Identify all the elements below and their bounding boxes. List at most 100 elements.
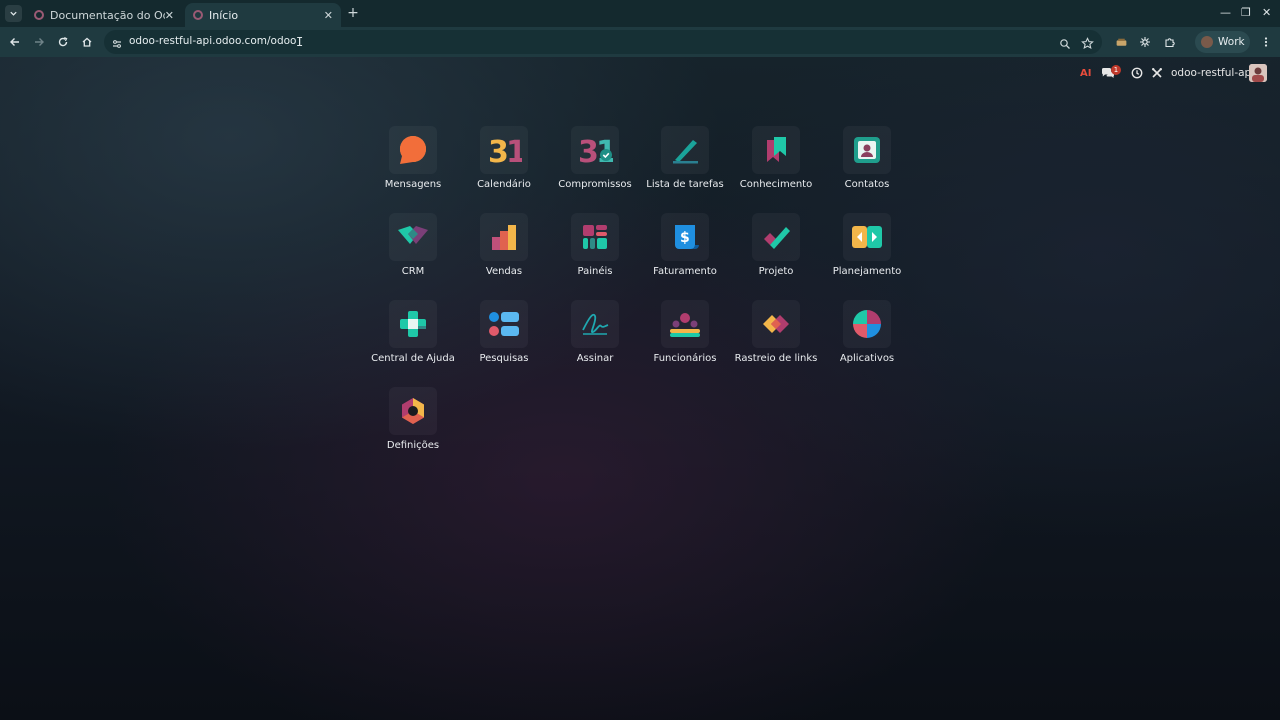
app-calendario[interactable]: 31 Calendário bbox=[464, 126, 544, 202]
app-label: Conhecimento bbox=[739, 179, 813, 190]
extension-icon[interactable] bbox=[1113, 34, 1129, 50]
planning-icon bbox=[843, 213, 891, 261]
sign-signature-icon bbox=[571, 300, 619, 348]
app-label: Painéis bbox=[577, 266, 613, 277]
app-paineis[interactable]: Painéis bbox=[555, 213, 635, 289]
mensagens-icon bbox=[389, 126, 437, 174]
new-tab-button[interactable]: + bbox=[345, 5, 361, 21]
company-switcher[interactable]: odoo-restful-api bbox=[1171, 66, 1254, 80]
crm-handshake-icon bbox=[389, 213, 437, 261]
odoo-favicon-icon bbox=[193, 10, 203, 20]
app-contatos[interactable]: Contatos bbox=[827, 126, 907, 202]
app-label: Contatos bbox=[844, 179, 890, 190]
invoicing-icon: $ bbox=[661, 213, 709, 261]
app-label: Rastreio de links bbox=[734, 353, 818, 364]
app-label: CRM bbox=[401, 266, 425, 277]
more-icon[interactable] bbox=[1258, 34, 1274, 50]
reload-icon[interactable] bbox=[55, 34, 71, 50]
zoom-icon[interactable] bbox=[1059, 35, 1073, 49]
project-check-icon bbox=[752, 213, 800, 261]
site-info-icon[interactable] bbox=[111, 35, 125, 49]
calendar-icon: 31 bbox=[480, 126, 528, 174]
database-name: odoo-restful-api bbox=[1171, 67, 1255, 79]
app-label: Compromissos bbox=[558, 179, 632, 190]
app-label: Central de Ajuda bbox=[371, 353, 455, 364]
app-label: Lista de tarefas bbox=[646, 179, 724, 190]
browser-toolbar: odoo-restful-api.odoo.com/odoo I Work bbox=[0, 27, 1280, 57]
profile-label: Work bbox=[1218, 36, 1245, 48]
app-mensagens[interactable]: Mensagens bbox=[373, 126, 453, 202]
activity-clock-icon[interactable] bbox=[1131, 66, 1143, 80]
user-avatar[interactable] bbox=[1249, 64, 1267, 82]
surveys-icon bbox=[480, 300, 528, 348]
app-central-ajuda[interactable]: Central de Ajuda bbox=[371, 300, 455, 376]
close-tab-icon[interactable]: ✕ bbox=[324, 9, 333, 22]
browser-tab-inicio[interactable]: Início ✕ bbox=[185, 3, 341, 27]
app-label: Definições bbox=[386, 440, 440, 451]
app-conhecimento[interactable]: Conhecimento bbox=[736, 126, 816, 202]
app-projeto[interactable]: Projeto bbox=[736, 213, 816, 289]
back-icon[interactable] bbox=[7, 34, 23, 50]
restore-icon[interactable]: ❐ bbox=[1241, 6, 1251, 19]
sales-chart-icon bbox=[480, 213, 528, 261]
app-lista-tarefas[interactable]: Lista de tarefas bbox=[645, 126, 725, 202]
tab-title: Início bbox=[209, 8, 239, 22]
home-icon[interactable] bbox=[79, 34, 95, 50]
link-tracker-icon bbox=[752, 300, 800, 348]
todo-icon bbox=[661, 126, 709, 174]
extension-gear-icon[interactable] bbox=[1137, 34, 1153, 50]
browser-tabstrip: Documentação do Odoo ✕ Início ✕ + — ❐ ✕ bbox=[0, 0, 1280, 27]
apps-quadrant-icon bbox=[843, 300, 891, 348]
odoo-home: AI 1 odoo-restful-api Mensagens 31 Calen… bbox=[0, 57, 1280, 720]
debug-tools-icon[interactable] bbox=[1151, 66, 1163, 80]
app-label: Projeto bbox=[758, 266, 794, 277]
app-compromissos[interactable]: 31 Compromissos bbox=[555, 126, 635, 202]
svg-text:1: 1 bbox=[506, 135, 522, 166]
app-label: Assinar bbox=[576, 353, 614, 364]
close-window-icon[interactable]: ✕ bbox=[1262, 6, 1271, 19]
address-bar[interactable]: odoo-restful-api.odoo.com/odoo I bbox=[104, 30, 1102, 54]
app-label: Funcionários bbox=[653, 353, 717, 364]
app-faturamento[interactable]: $ Faturamento bbox=[645, 213, 725, 289]
app-crm[interactable]: CRM bbox=[373, 213, 453, 289]
forward-icon[interactable] bbox=[31, 34, 47, 50]
browser-tab-docs[interactable]: Documentação do Odoo ✕ bbox=[26, 3, 182, 27]
app-rastreio-links[interactable]: Rastreio de links bbox=[734, 300, 818, 376]
employees-icon bbox=[661, 300, 709, 348]
knowledge-icon bbox=[752, 126, 800, 174]
app-label: Pesquisas bbox=[479, 353, 529, 364]
app-label: Vendas bbox=[485, 266, 523, 277]
minimize-icon[interactable]: — bbox=[1220, 6, 1231, 19]
contacts-icon bbox=[843, 126, 891, 174]
helpdesk-icon bbox=[389, 300, 437, 348]
app-label: Mensagens bbox=[384, 179, 442, 190]
settings-gear-icon bbox=[389, 387, 437, 435]
app-label: Faturamento bbox=[653, 266, 717, 277]
tab-title: Documentação do Odoo bbox=[50, 8, 165, 22]
app-label: Planejamento bbox=[832, 266, 902, 277]
app-label: Aplicativos bbox=[839, 353, 895, 364]
app-pesquisas[interactable]: Pesquisas bbox=[464, 300, 544, 376]
appointments-icon: 31 bbox=[571, 126, 619, 174]
profile-button[interactable]: Work bbox=[1195, 31, 1250, 53]
app-funcionarios[interactable]: Funcionários bbox=[645, 300, 725, 376]
url-text: odoo-restful-api.odoo.com/odoo bbox=[129, 35, 297, 47]
app-planejamento[interactable]: Planejamento bbox=[827, 213, 907, 289]
odoo-favicon-icon bbox=[34, 10, 44, 20]
messages-badge: 1 bbox=[1111, 65, 1121, 75]
app-label: Calendário bbox=[477, 179, 531, 190]
star-icon[interactable] bbox=[1081, 35, 1095, 50]
profile-avatar-icon bbox=[1201, 36, 1213, 48]
dashboards-icon bbox=[571, 213, 619, 261]
tab-search-icon[interactable] bbox=[5, 5, 22, 22]
app-vendas[interactable]: Vendas bbox=[464, 213, 544, 289]
app-definicoes[interactable]: Definições bbox=[373, 387, 453, 463]
close-tab-icon[interactable]: ✕ bbox=[165, 9, 174, 22]
dollar-glyph: $ bbox=[680, 230, 690, 246]
ai-label: AI bbox=[1080, 67, 1092, 79]
text-cursor-icon: I bbox=[296, 35, 304, 49]
ai-icon[interactable]: AI bbox=[1080, 66, 1091, 80]
puzzle-icon[interactable] bbox=[1162, 34, 1178, 50]
app-aplicativos[interactable]: Aplicativos bbox=[827, 300, 907, 376]
app-assinar[interactable]: Assinar bbox=[555, 300, 635, 376]
